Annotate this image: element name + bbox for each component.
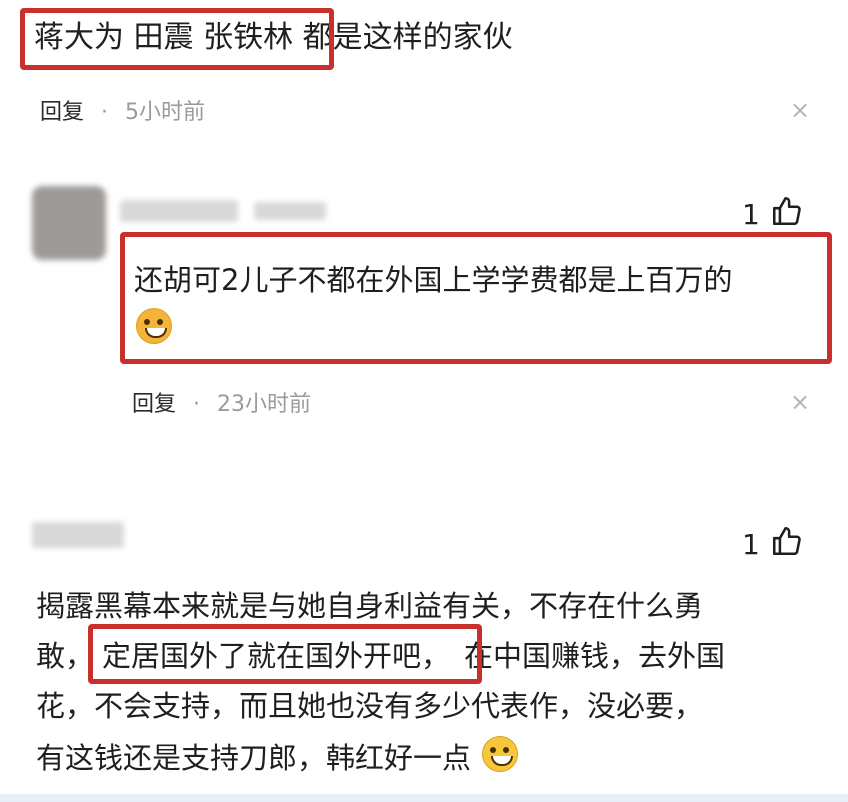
- close-icon[interactable]: ×: [790, 388, 810, 416]
- reply-button[interactable]: 回复: [40, 100, 84, 125]
- comment-line-pre: 敢，: [36, 639, 95, 673]
- username: [120, 200, 238, 222]
- comment-line: 揭露黑幕本来就是与她自身利益有关，不存在什么勇: [36, 589, 704, 623]
- crying-laughing-emoji: [136, 308, 172, 344]
- divider: [0, 794, 848, 802]
- meta-dot: ·: [101, 100, 109, 125]
- thumbs-up-icon[interactable]: [770, 194, 804, 235]
- comment-meta: 回复 · 5小时前: [40, 94, 205, 126]
- like-count: 1: [742, 528, 760, 561]
- highlight-box: [88, 624, 482, 684]
- thumbs-up-icon[interactable]: [770, 524, 804, 565]
- comment-line-post: 在中国赚钱，去外国: [464, 639, 726, 673]
- like-counter[interactable]: 1: [742, 194, 804, 235]
- like-count: 1: [742, 198, 760, 231]
- timestamp: 23小时前: [217, 392, 312, 417]
- comment-line: 有这钱还是支持刀郎，韩红好一点: [36, 736, 519, 775]
- comment-text: 还胡可2儿子不都在外国上学学费都是上百万的: [134, 263, 733, 297]
- comment-text-rest: 都是这样的家伙: [302, 20, 513, 55]
- close-icon[interactable]: ×: [790, 96, 810, 124]
- comment-meta: 回复 · 23小时前: [132, 386, 311, 418]
- avatar: [32, 186, 106, 260]
- comment-line-text: 有这钱还是支持刀郎，韩红好一点: [36, 741, 472, 775]
- timestamp: 5小时前: [125, 100, 206, 125]
- highlight-box: [20, 8, 334, 70]
- grinning-emoji: [482, 736, 519, 772]
- highlight-box: [120, 232, 832, 364]
- user-badge: [254, 202, 326, 220]
- reply-button[interactable]: 回复: [132, 392, 176, 417]
- comment-line: 花，不会支持，而且她也没有多少代表作，没必要，: [36, 689, 704, 723]
- meta-dot: ·: [193, 392, 201, 417]
- like-counter[interactable]: 1: [742, 524, 804, 565]
- username: [32, 522, 124, 548]
